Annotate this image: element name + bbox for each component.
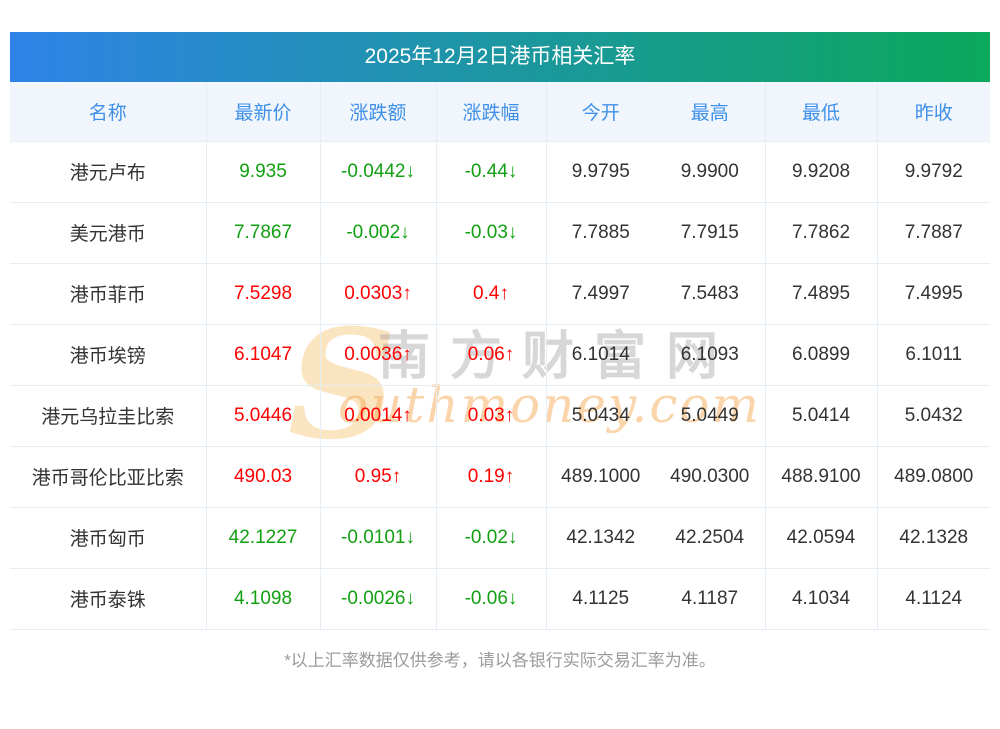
cell-prev-close: 6.1011 <box>877 324 990 386</box>
cell-pair-name: 港币泰铢 <box>10 568 207 630</box>
cell-last-price: 490.03 <box>206 446 321 508</box>
table-row: 美元港币 7.7867 -0.002↓ -0.03↓ 7.7885 7.7915… <box>10 202 990 264</box>
cell-prev-close: 42.1328 <box>877 507 990 569</box>
cell-change: -0.002↓ <box>320 202 437 264</box>
cell-pair-name: 港币匈币 <box>10 507 207 569</box>
cell-open: 42.1342 <box>546 507 655 569</box>
cell-prev-close: 5.0432 <box>877 385 990 447</box>
cell-open: 489.1000 <box>546 446 655 508</box>
cell-pair-name: 港元卢布 <box>10 141 207 203</box>
column-header-open: 今开 <box>546 82 655 142</box>
table-row: 港元卢布 9.935 -0.0442↓ -0.44↓ 9.9795 9.9900… <box>10 141 990 203</box>
column-header-prev-close: 昨收 <box>877 82 990 142</box>
cell-last-price: 4.1098 <box>206 568 321 630</box>
cell-open: 6.1014 <box>546 324 655 386</box>
cell-low: 488.9100 <box>765 446 878 508</box>
cell-change: 0.0303↑ <box>320 263 437 325</box>
cell-pair-name: 美元港币 <box>10 202 207 264</box>
cell-change: 0.0036↑ <box>320 324 437 386</box>
cell-low: 42.0594 <box>765 507 878 569</box>
cell-high: 9.9900 <box>655 141 766 203</box>
cell-open: 7.7885 <box>546 202 655 264</box>
cell-change-pct: -0.02↓ <box>436 507 547 569</box>
page-title: 2025年12月2日港币相关汇率 <box>10 32 990 82</box>
cell-change-pct: -0.03↓ <box>436 202 547 264</box>
cell-prev-close: 7.7887 <box>877 202 990 264</box>
cell-prev-close: 4.1124 <box>877 568 990 630</box>
cell-high: 7.7915 <box>655 202 766 264</box>
table-row: 港币哥伦比亚比索 490.03 0.95↑ 0.19↑ 489.1000 490… <box>10 446 990 508</box>
column-header-low: 最低 <box>765 82 878 142</box>
cell-change: -0.0026↓ <box>320 568 437 630</box>
cell-low: 7.4895 <box>765 263 878 325</box>
cell-last-price: 7.5298 <box>206 263 321 325</box>
cell-low: 7.7862 <box>765 202 878 264</box>
table-header-row: 名称 最新价 涨跌额 涨跌幅 今开 最高 最低 昨收 <box>10 82 990 142</box>
cell-open: 7.4997 <box>546 263 655 325</box>
cell-last-price: 42.1227 <box>206 507 321 569</box>
cell-last-price: 9.935 <box>206 141 321 203</box>
cell-high: 7.5483 <box>655 263 766 325</box>
cell-high: 490.0300 <box>655 446 766 508</box>
cell-change-pct: 0.4↑ <box>436 263 547 325</box>
cell-prev-close: 7.4995 <box>877 263 990 325</box>
table-row: 港币泰铢 4.1098 -0.0026↓ -0.06↓ 4.1125 4.118… <box>10 568 990 630</box>
column-header-change-pct: 涨跌幅 <box>436 82 547 142</box>
cell-change-pct: 0.06↑ <box>436 324 547 386</box>
cell-low: 9.9208 <box>765 141 878 203</box>
cell-prev-close: 489.0800 <box>877 446 990 508</box>
cell-change: -0.0442↓ <box>320 141 437 203</box>
cell-high: 5.0449 <box>655 385 766 447</box>
cell-change-pct: 0.03↑ <box>436 385 547 447</box>
rate-table-panel: 2025年12月2日港币相关汇率 名称 最新价 涨跌额 涨跌幅 今开 最高 最低… <box>10 32 990 671</box>
cell-open: 9.9795 <box>546 141 655 203</box>
cell-high: 6.1093 <box>655 324 766 386</box>
cell-prev-close: 9.9792 <box>877 141 990 203</box>
cell-low: 4.1034 <box>765 568 878 630</box>
cell-pair-name: 港元乌拉圭比索 <box>10 385 207 447</box>
column-header-last-price: 最新价 <box>206 82 321 142</box>
column-header-change: 涨跌额 <box>320 82 437 142</box>
cell-high: 42.2504 <box>655 507 766 569</box>
cell-change-pct: -0.06↓ <box>436 568 547 630</box>
table-row: 港元乌拉圭比索 5.0446 0.0014↑ 0.03↑ 5.0434 5.04… <box>10 385 990 447</box>
cell-change: -0.0101↓ <box>320 507 437 569</box>
table-row: 港币菲币 7.5298 0.0303↑ 0.4↑ 7.4997 7.5483 7… <box>10 263 990 325</box>
cell-last-price: 5.0446 <box>206 385 321 447</box>
cell-last-price: 7.7867 <box>206 202 321 264</box>
cell-change-pct: 0.19↑ <box>436 446 547 508</box>
disclaimer-note: *以上汇率数据仅供参考，请以各银行实际交易汇率为准。 <box>284 650 716 670</box>
exchange-rate-table: 名称 最新价 涨跌额 涨跌幅 今开 最高 最低 昨收 港元卢布 9.935 -0… <box>10 82 990 630</box>
cell-high: 4.1187 <box>655 568 766 630</box>
table-row: 港币埃镑 6.1047 0.0036↑ 0.06↑ 6.1014 6.1093 … <box>10 324 990 386</box>
column-header-high: 最高 <box>655 82 766 142</box>
cell-open: 4.1125 <box>546 568 655 630</box>
cell-change-pct: -0.44↓ <box>436 141 547 203</box>
table-row: 港币匈币 42.1227 -0.0101↓ -0.02↓ 42.1342 42.… <box>10 507 990 569</box>
cell-low: 6.0899 <box>765 324 878 386</box>
cell-change: 0.95↑ <box>320 446 437 508</box>
column-header-name: 名称 <box>10 82 207 142</box>
cell-last-price: 6.1047 <box>206 324 321 386</box>
cell-pair-name: 港币菲币 <box>10 263 207 325</box>
cell-open: 5.0434 <box>546 385 655 447</box>
cell-pair-name: 港币哥伦比亚比索 <box>10 446 207 508</box>
cell-low: 5.0414 <box>765 385 878 447</box>
cell-change: 0.0014↑ <box>320 385 437 447</box>
cell-pair-name: 港币埃镑 <box>10 324 207 386</box>
